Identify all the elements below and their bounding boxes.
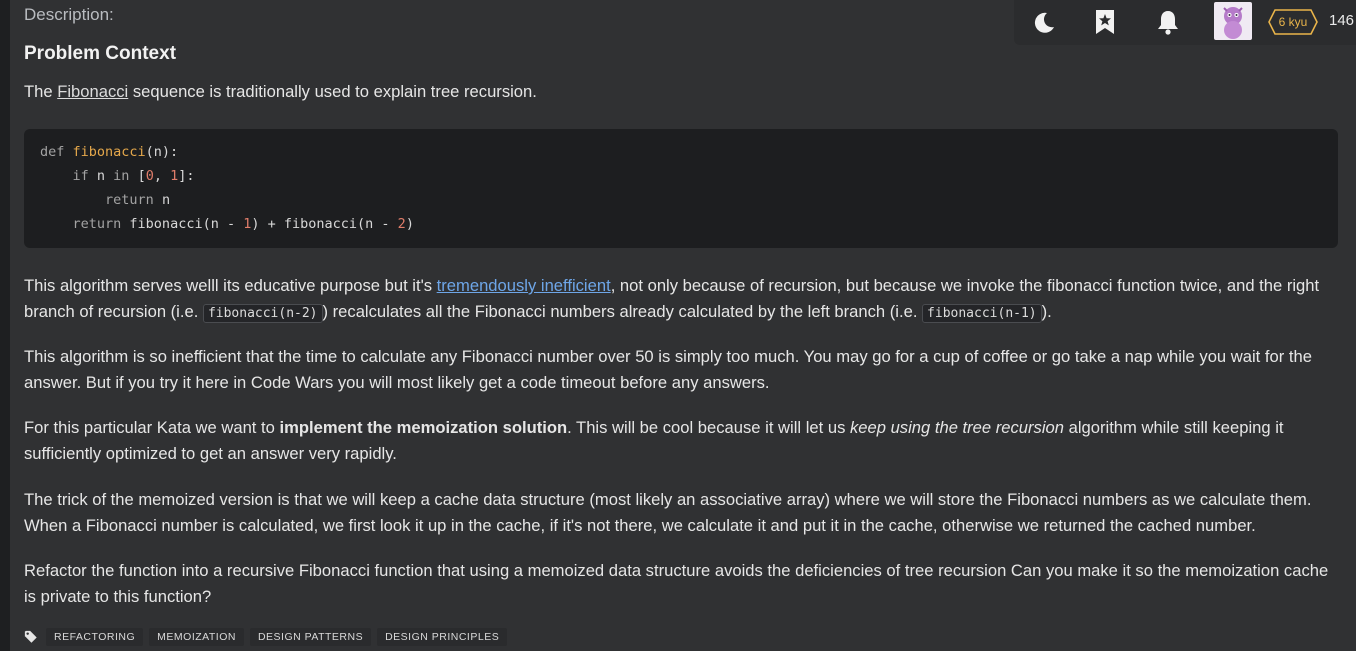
code-line-2: if n in [0, 1]: [72, 168, 195, 184]
paragraph-inefficiency: This algorithm serves welll its educativ… [24, 276, 1320, 323]
inline-code-fib-n-2: fibonacci(n-2) [202, 303, 323, 323]
tag-refactoring[interactable]: REFACTORING [46, 628, 144, 646]
italic-tree-recursion: keep using the tree recursion [849, 418, 1064, 437]
code-block: def fibonacci(n): if n in [0, 1]: return… [24, 129, 1338, 248]
intro-text-before: The [24, 82, 58, 101]
description-label: Description: [24, 5, 114, 24]
paragraph-kata-goal: For this particular Kata we want to impl… [24, 418, 1284, 463]
avatar[interactable] [1214, 2, 1252, 40]
rank-text: 6 kyu [1278, 15, 1308, 29]
honor-score: 146 [1329, 12, 1355, 29]
bell-icon[interactable] [1154, 8, 1182, 36]
code-line-1: def fibonacci(n): [40, 144, 179, 160]
intro-text-after: sequence is traditionally used to explai… [128, 82, 537, 101]
tag-memoization[interactable]: MEMOIZATION [149, 628, 244, 646]
intro-paragraph: The Fibonacci sequence is traditionally … [24, 79, 1342, 105]
code-line-3: return n [105, 192, 171, 208]
tremendously-inefficient-link[interactable]: tremendously inefficient [437, 276, 611, 295]
moon-icon[interactable] [1031, 8, 1059, 36]
paragraph-memoized-trick: The trick of the memoized version is tha… [24, 490, 1312, 535]
bookmark-star-icon[interactable] [1092, 8, 1118, 36]
left-sidebar-edge [0, 0, 10, 651]
tag-design-principles[interactable]: DESIGN PRINCIPLES [377, 628, 508, 646]
problem-context-heading: Problem Context [24, 43, 177, 64]
tags-row: REFACTORING MEMOIZATION DESIGN PATTERNS … [24, 627, 513, 647]
paragraph-refactor: Refactor the function into a recursive F… [24, 561, 1329, 606]
top-right-toolbar: 6 kyu 146 [1014, 0, 1356, 45]
fibonacci-link[interactable]: Fibonacci [57, 82, 128, 101]
inline-code-fib-n-1: fibonacci(n-1) [922, 303, 1042, 323]
rank-badge[interactable]: 6 kyu [1268, 9, 1318, 35]
tag-icon [24, 630, 37, 643]
tag-design-patterns[interactable]: DESIGN PATTERNS [249, 628, 372, 646]
avatar-image [1223, 7, 1243, 39]
code-line-4: return fibonacci(n - 1) + fibonacci(n - … [72, 216, 414, 232]
bold-memoization: implement the memoization solution [279, 418, 568, 437]
paragraph-timeout: This algorithm is so inefficient that th… [24, 347, 1312, 392]
